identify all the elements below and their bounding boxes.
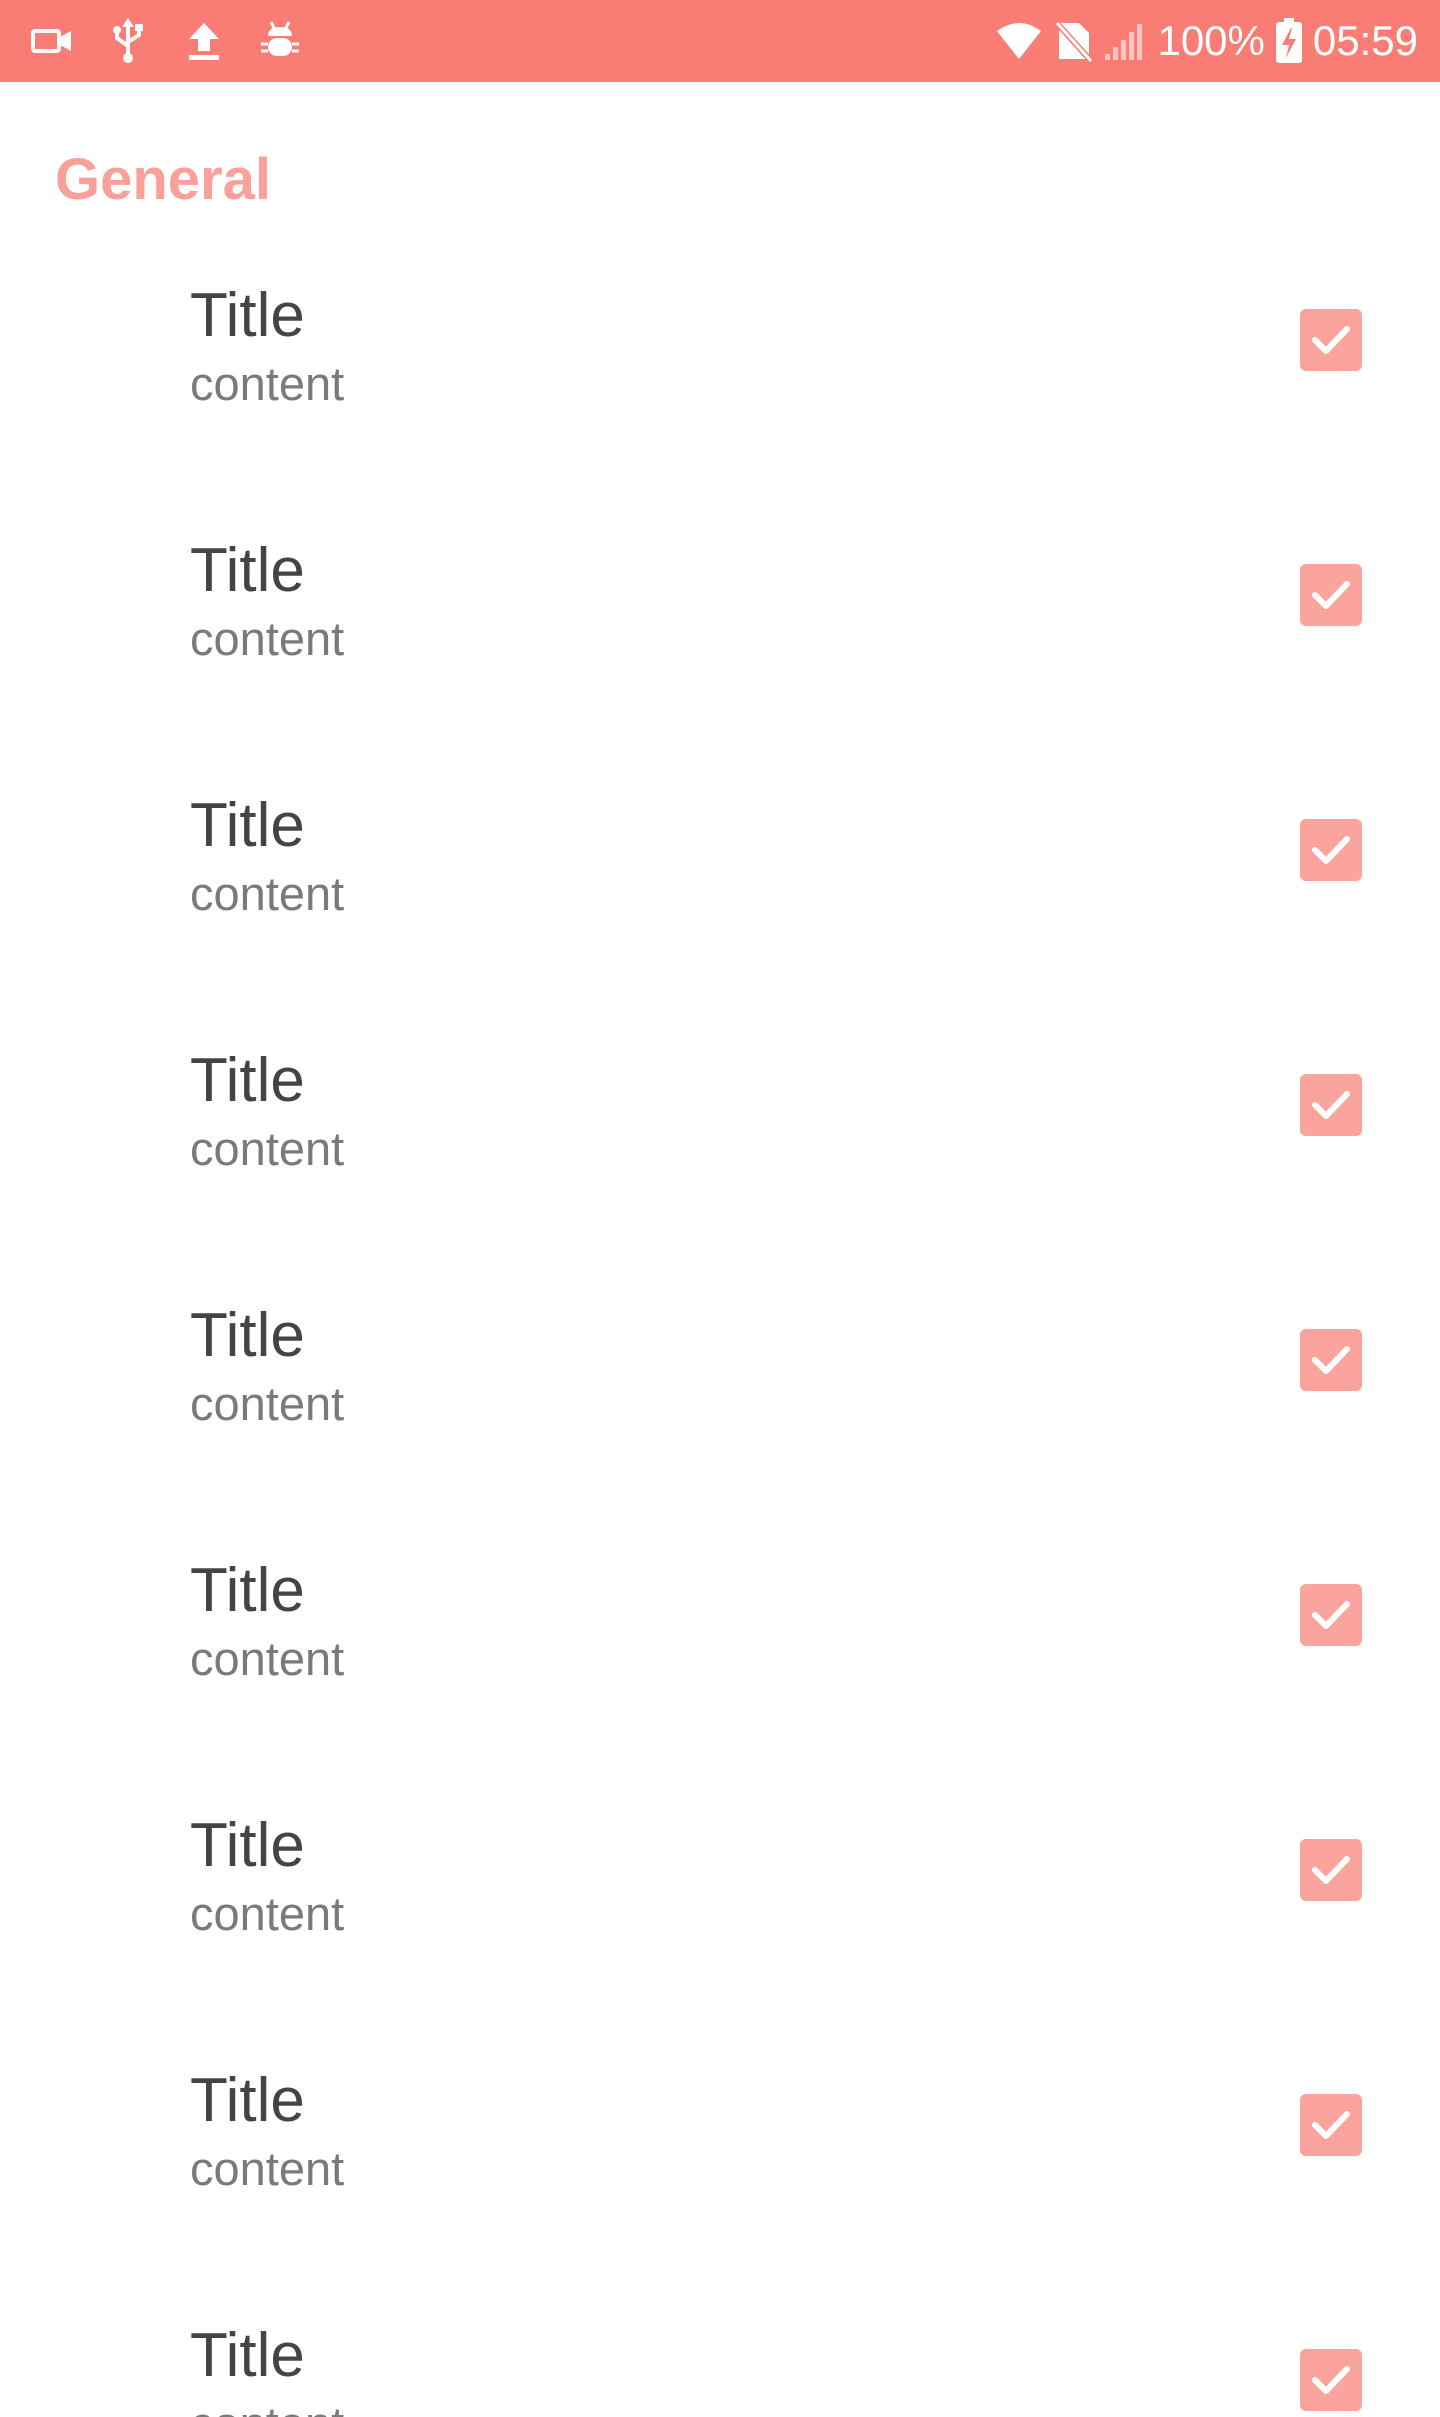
preference-item[interactable]: Title content xyxy=(0,280,1440,535)
preference-item[interactable]: Title content xyxy=(0,790,1440,1045)
preference-checkbox[interactable] xyxy=(1300,564,1362,626)
preference-item[interactable]: Title content xyxy=(0,1300,1440,1555)
preference-checkbox[interactable] xyxy=(1300,1839,1362,1901)
preference-checkbox[interactable] xyxy=(1300,1074,1362,1136)
preference-title: Title xyxy=(190,1301,305,1370)
video-camera-icon xyxy=(28,17,76,65)
checkmark-icon xyxy=(1312,1091,1350,1119)
preference-item[interactable]: Title content xyxy=(0,2320,1440,2417)
usb-icon xyxy=(104,17,152,65)
android-debug-icon xyxy=(256,17,304,65)
battery-percent: 100% xyxy=(1157,17,1265,64)
preference-title: Title xyxy=(190,1046,305,1115)
preference-title: Title xyxy=(190,1556,305,1625)
checkmark-icon xyxy=(1312,836,1350,864)
preference-summary: content xyxy=(190,2396,344,2417)
wifi-icon xyxy=(995,21,1043,61)
upload-icon xyxy=(180,17,228,65)
preference-summary: content xyxy=(190,867,345,920)
battery-charging-icon xyxy=(1275,18,1303,64)
checkmark-icon xyxy=(1312,326,1350,354)
preference-summary: content xyxy=(190,1632,345,1685)
preference-checkbox[interactable] xyxy=(1300,1329,1362,1391)
preference-title: Title xyxy=(190,281,305,350)
section-header-general: General xyxy=(55,147,271,212)
status-system-indicators: 100% 05:59 xyxy=(995,0,1418,82)
preference-summary: content xyxy=(190,2142,345,2195)
checkmark-icon xyxy=(1312,1346,1350,1374)
preference-summary: content xyxy=(190,1887,345,1940)
preference-title: Title xyxy=(190,2321,305,2390)
status-notification-icons xyxy=(28,0,304,82)
checkmark-icon xyxy=(1312,2366,1350,2394)
status-time: 05:59 xyxy=(1312,17,1418,64)
signal-icon xyxy=(1103,20,1147,62)
status-bar: 100% 05:59 xyxy=(0,0,1440,82)
preference-item[interactable]: Title content xyxy=(0,1810,1440,2065)
checkmark-icon xyxy=(1312,1601,1350,1629)
checkmark-icon xyxy=(1312,2111,1350,2139)
preference-summary: content xyxy=(190,357,345,410)
preference-checkbox[interactable] xyxy=(1300,1584,1362,1646)
preference-title: Title xyxy=(190,1811,305,1880)
preference-checkbox[interactable] xyxy=(1300,819,1362,881)
preference-item[interactable]: Title content xyxy=(0,535,1440,790)
preference-title: Title xyxy=(190,2066,305,2135)
checkmark-icon xyxy=(1312,1856,1350,1884)
preference-item[interactable]: Title content xyxy=(0,2065,1440,2320)
preference-checkbox[interactable] xyxy=(1300,2349,1362,2411)
preference-summary: content xyxy=(190,612,345,665)
preference-item[interactable]: Title content xyxy=(0,1555,1440,1810)
preference-item[interactable]: Title content xyxy=(0,1045,1440,1300)
preference-title: Title xyxy=(190,791,305,860)
preference-checkbox[interactable] xyxy=(1300,309,1362,371)
preference-summary: content xyxy=(190,1122,345,1175)
preference-summary: content xyxy=(190,1377,345,1430)
no-sim-icon xyxy=(1053,19,1094,63)
checkmark-icon xyxy=(1312,581,1350,609)
preference-checkbox[interactable] xyxy=(1300,2094,1362,2156)
preference-title: Title xyxy=(190,536,305,605)
